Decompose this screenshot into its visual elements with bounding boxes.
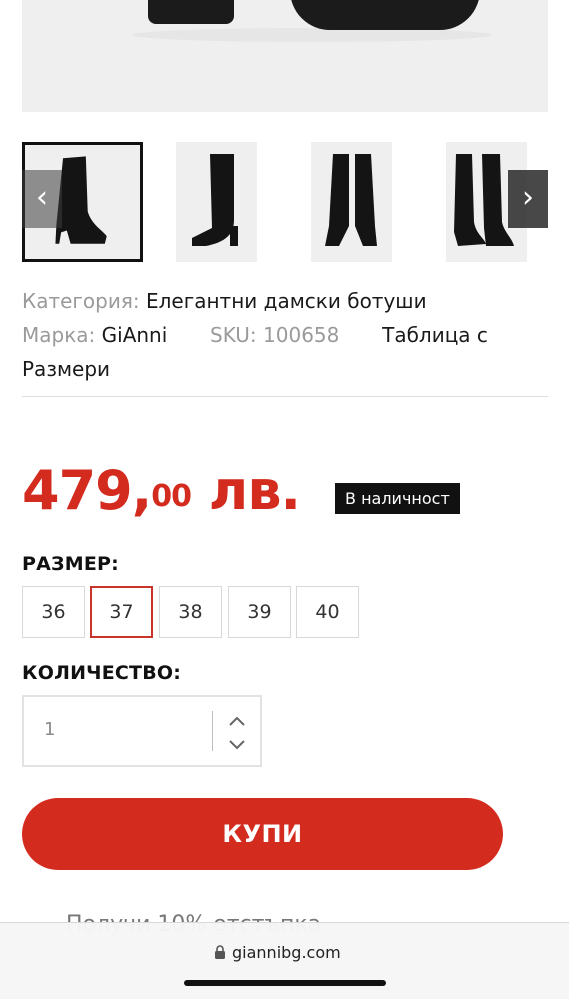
thumbnail-2[interactable]	[176, 142, 257, 262]
stock-badge: В наличност	[335, 483, 460, 514]
brand-sku-row: Марка: GiAnni SKU: 100658 Таблица с	[22, 318, 548, 352]
size-option-37[interactable]: 37	[90, 586, 153, 638]
main-product-image[interactable]	[22, 0, 548, 112]
boot-profile-image	[192, 154, 238, 246]
size-table-link-cont[interactable]: Размери	[22, 357, 110, 381]
size-table-row: Размери	[22, 352, 548, 386]
price-decimals: 00	[151, 479, 192, 514]
sku-label: SKU:	[210, 323, 257, 347]
buy-button[interactable]: КУПИ	[22, 798, 503, 870]
size-option-38[interactable]: 38	[159, 586, 222, 638]
boot-heel-shape	[148, 0, 234, 24]
category-label: Категория:	[22, 289, 140, 313]
gallery-next-arrow[interactable]: ›	[508, 170, 548, 228]
product-price: 479,00 лв.	[22, 456, 301, 526]
chevron-down-icon[interactable]	[224, 734, 250, 756]
size-option-39[interactable]: 39	[228, 586, 291, 638]
url-text: giannibg.com	[232, 943, 341, 962]
stepper-divider	[212, 711, 213, 751]
lock-icon	[215, 945, 225, 959]
brand-label: Марка:	[22, 323, 96, 347]
category-link[interactable]: Елегантни дамски ботуши	[146, 289, 427, 313]
thumbnail-3[interactable]	[311, 142, 392, 262]
size-table-link[interactable]: Таблица с	[382, 323, 488, 347]
size-option-40[interactable]: 40	[296, 586, 359, 638]
category-row: Категория: Елегантни дамски ботуши	[22, 284, 548, 318]
boot-toe-shape	[290, 0, 480, 30]
size-option-36[interactable]: 36	[22, 586, 85, 638]
divider	[22, 396, 548, 397]
price-integer: 479,	[22, 459, 152, 522]
quantity-input[interactable]: 1	[44, 719, 55, 740]
product-meta: Категория: Елегантни дамски ботуши Марка…	[22, 284, 548, 386]
chevron-up-icon[interactable]	[224, 710, 250, 732]
quantity-label: КОЛИЧЕСТВО:	[22, 662, 182, 684]
size-label: РАЗМЕР:	[22, 553, 119, 575]
image-shadow	[132, 28, 492, 42]
quantity-stepper[interactable]: 1	[22, 695, 262, 767]
price-currency: лв.	[208, 459, 301, 522]
home-indicator[interactable]	[184, 980, 386, 986]
boot-back-image	[325, 154, 377, 246]
brand-link[interactable]: GiAnni	[102, 323, 168, 347]
gallery-prev-arrow[interactable]: ‹	[22, 170, 62, 228]
url-bar[interactable]: giannibg.com	[214, 941, 341, 965]
browser-bottom-bar: giannibg.com	[0, 922, 569, 999]
sku-value: 100658	[263, 323, 340, 347]
thumbnail-gallery: ‹ ›	[22, 142, 548, 262]
